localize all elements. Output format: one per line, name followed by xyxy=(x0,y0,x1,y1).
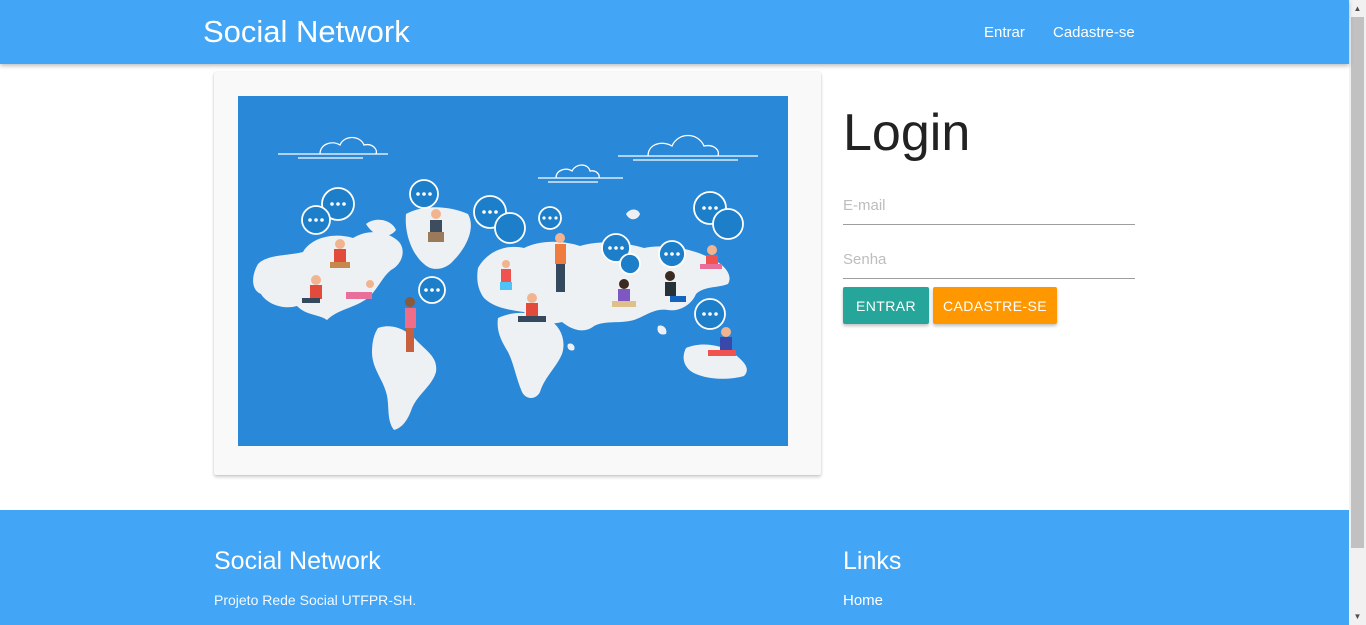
footer-description: Projeto Rede Social UTFPR-SH. xyxy=(214,592,417,608)
brand-logo-link[interactable]: Social Network xyxy=(203,14,410,50)
page-scrollbar[interactable]: ▲ ▼ xyxy=(1349,0,1366,625)
chevron-down-icon[interactable]: ▼ xyxy=(1349,608,1366,625)
scrollbar-thumb[interactable] xyxy=(1351,17,1364,548)
world-map-social-icon xyxy=(253,134,758,430)
illustration-card xyxy=(214,72,821,475)
footer-links-title: Links xyxy=(843,547,902,575)
login-title: Login xyxy=(843,104,971,162)
page-footer: Social Network Projeto Rede Social UTFPR… xyxy=(0,510,1349,625)
email-field[interactable] xyxy=(843,187,1135,225)
cadastre-button[interactable]: CADASTRE-SE xyxy=(933,287,1057,324)
world-map-illustration xyxy=(238,96,788,446)
footer-title: Social Network xyxy=(214,547,381,575)
top-navbar: Social Network Entrar Cadastre-se xyxy=(0,0,1349,64)
nav-cadastre-link[interactable]: Cadastre-se xyxy=(1053,24,1135,41)
chevron-up-icon[interactable]: ▲ xyxy=(1349,0,1366,17)
password-field[interactable] xyxy=(843,241,1135,279)
entrar-button[interactable]: ENTRAR xyxy=(843,287,929,324)
nav-entrar-link[interactable]: Entrar xyxy=(984,24,1025,41)
footer-home-link[interactable]: Home xyxy=(843,592,883,609)
